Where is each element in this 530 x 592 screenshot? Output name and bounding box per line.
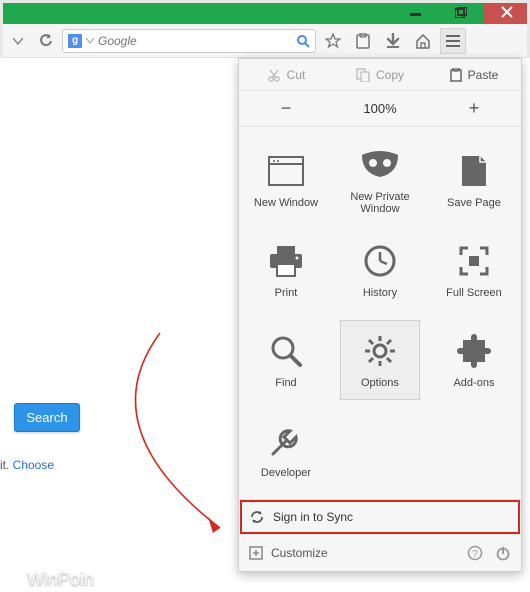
sync-icon [249,509,265,525]
find-button[interactable]: Find [239,315,333,405]
grid-label: Print [275,287,298,299]
copy-label: Copy [376,68,404,82]
new-private-window-button[interactable]: New Private Window [333,135,427,225]
print-button[interactable]: Print [239,225,333,315]
grid-label: Options [361,377,399,389]
reload-button[interactable] [34,29,58,53]
wrench-icon [266,421,306,461]
grid-label: New Private Window [337,191,423,215]
grid-label: Find [275,377,296,389]
paste-button[interactable]: Paste [427,59,521,90]
downloads-button[interactable] [380,28,406,54]
menu-grid: New Window New Private Window Save Page … [239,127,521,499]
fullscreen-icon [454,241,494,281]
paste-label: Paste [468,68,499,82]
options-button[interactable]: Options [333,315,427,405]
chevron-down-icon[interactable] [86,37,94,45]
chevron-down-icon [13,36,23,46]
magnifier-icon [266,331,306,371]
developer-button[interactable]: Developer [239,405,333,495]
grid-label: Developer [261,467,311,479]
svg-text:?: ? [472,549,478,560]
sign-in-sync-button[interactable]: Sign in to Sync [239,499,521,535]
dropdown-button[interactable] [6,29,30,53]
watermark-logo-icon [6,571,23,588]
cut-button: Cut [239,59,333,90]
sync-label: Sign in to Sync [273,510,353,524]
minimize-icon [410,7,421,18]
bookmark-star-button[interactable] [320,28,346,54]
zoom-in-button[interactable]: + [427,98,521,119]
reload-icon [39,34,53,48]
plus-icon: + [469,98,480,119]
page-content: Search it. Choose Cut Copy Paste − 1 [0,58,530,592]
new-window-button[interactable]: New Window [239,135,333,225]
close-button[interactable] [484,0,530,24]
reading-list-button[interactable] [350,28,376,54]
grid-label: Full Screen [446,287,502,299]
new-window-icon [266,151,306,191]
customize-button[interactable]: Customize [271,546,328,560]
browser-toolbar: g [0,24,530,58]
maximize-icon [455,7,467,18]
save-page-button[interactable]: Save Page [427,135,521,225]
copy-icon [356,68,370,82]
home-icon [415,33,431,49]
watermark: WinPoin [6,569,94,590]
search-icon[interactable] [296,34,310,48]
help-icon[interactable]: ? [467,545,483,561]
zoom-level: 100% [333,101,427,116]
plus-box-icon [249,546,263,560]
hamburger-icon [446,35,460,47]
close-icon [501,6,513,18]
addons-button[interactable]: Add-ons [427,315,521,405]
printer-icon [266,241,306,281]
choose-prefix: it. [0,458,13,472]
minus-icon: − [281,98,292,119]
grid-label: Save Page [447,197,501,209]
star-icon [325,33,341,49]
home-button[interactable] [410,28,436,54]
maximize-button[interactable] [438,0,484,24]
search-box[interactable]: g [62,29,316,53]
fullscreen-button[interactable]: Full Screen [427,225,521,315]
download-icon [385,33,401,49]
mask-icon [360,145,400,185]
search-input[interactable] [98,34,296,48]
watermark-text: WinPoin [27,569,94,590]
grid-label: History [363,287,397,299]
clock-icon [360,241,400,281]
paste-icon [450,68,462,82]
history-button[interactable]: History [333,225,427,315]
zoom-out-button[interactable]: − [239,98,333,119]
copy-button: Copy [333,59,427,90]
puzzle-icon [454,331,494,371]
power-icon[interactable] [495,545,511,561]
grid-label: Add-ons [453,377,494,389]
minimize-button[interactable] [392,0,438,24]
choose-link[interactable]: Choose [13,458,54,472]
grid-label: New Window [254,197,318,209]
gear-icon [360,331,400,371]
clipboard-icon [356,33,370,49]
menu-button[interactable] [440,28,466,54]
page-icon [454,151,494,191]
cut-label: Cut [287,68,306,82]
app-menu-panel: Cut Copy Paste − 100% + New Window N [238,58,522,572]
scissors-icon [267,68,281,82]
search-button[interactable]: Search [14,403,80,432]
search-provider-icon: g [68,34,82,48]
choose-text: it. Choose [0,458,54,472]
window-titlebar [0,0,530,24]
